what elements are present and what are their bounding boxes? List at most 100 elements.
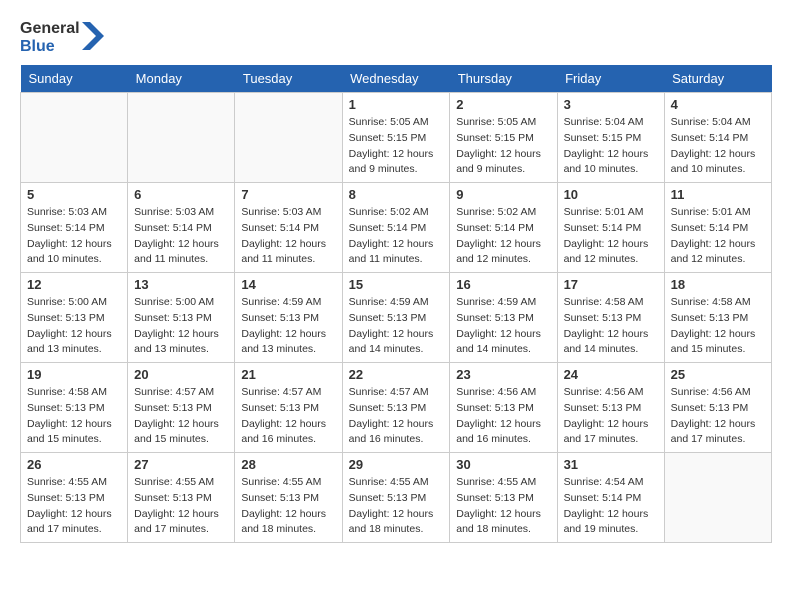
day-info: Sunrise: 5:01 AMSunset: 5:14 PMDaylight:… <box>671 205 765 268</box>
calendar-cell: 3Sunrise: 5:04 AMSunset: 5:15 PMDaylight… <box>557 93 664 183</box>
calendar-cell: 13Sunrise: 5:00 AMSunset: 5:13 PMDayligh… <box>128 273 235 363</box>
calendar-cell: 28 Sunrise: 4:55 AMSunset: 5:13 PMDayligh… <box>235 453 342 543</box>
page-header: General Blue <box>20 20 772 55</box>
day-number: 22 <box>349 367 444 382</box>
calendar-cell: 9 Sunrise: 5:02 AMSunset: 5:14 PMDaylight… <box>450 183 557 273</box>
weekday-header-wednesday: Wednesday <box>342 65 450 93</box>
calendar-week-row: 19 Sunrise: 4:58 AMSunset: 5:13 PMDayligh… <box>21 363 772 453</box>
day-info: Sunrise: 5:03 AMSunset: 5:14 PMDaylight:… <box>134 205 228 268</box>
day-info: Sunrise: 4:55 AMSunset: 5:13 PMDaylight:… <box>456 475 550 538</box>
day-number: 13 <box>134 277 228 292</box>
day-info: Sunrise: 5:05 AMSunset: 5:15 PMDaylight:… <box>456 115 550 178</box>
day-info: Sunrise: 5:01 AMSunset: 5:14 PMDaylight:… <box>564 205 658 268</box>
day-number: 30 <box>456 457 550 472</box>
calendar-week-row: 26 Sunrise: 4:55 AMSunset: 5:13 PMDayligh… <box>21 453 772 543</box>
logo-text: General Blue <box>20 20 80 55</box>
day-number: 12 <box>27 277 121 292</box>
calendar-cell: 8 Sunrise: 5:02 AMSunset: 5:14 PMDaylight… <box>342 183 450 273</box>
day-info: Sunrise: 4:58 AMSunset: 5:13 PMDaylight:… <box>27 385 121 448</box>
calendar-cell: 1 Sunrise: 5:05 AMSunset: 5:15 PMDaylight… <box>342 93 450 183</box>
weekday-header-row: SundayMondayTuesdayWednesdayThursdayFrid… <box>21 65 772 93</box>
day-number: 1 <box>349 97 444 112</box>
day-info: Sunrise: 5:04 AMSunset: 5:15 PMDaylight:… <box>564 115 658 178</box>
day-number: 27 <box>134 457 228 472</box>
day-info: Sunrise: 4:58 AMSunset: 5:13 PMDaylight:… <box>671 295 765 358</box>
calendar-cell: 16 Sunrise: 4:59 AMSunset: 5:13 PMDayligh… <box>450 273 557 363</box>
calendar-cell: 5Sunrise: 5:03 AMSunset: 5:14 PMDaylight… <box>21 183 128 273</box>
weekday-header-friday: Friday <box>557 65 664 93</box>
calendar-cell: 26 Sunrise: 4:55 AMSunset: 5:13 PMDayligh… <box>21 453 128 543</box>
day-info: Sunrise: 5:03 AMSunset: 5:14 PMDaylight:… <box>241 205 335 268</box>
calendar-cell: 31Sunrise: 4:54 AMSunset: 5:14 PMDayligh… <box>557 453 664 543</box>
calendar-cell: 23Sunrise: 4:56 AMSunset: 5:13 PMDayligh… <box>450 363 557 453</box>
weekday-header-thursday: Thursday <box>450 65 557 93</box>
calendar-week-row: 5Sunrise: 5:03 AMSunset: 5:14 PMDaylight… <box>21 183 772 273</box>
calendar-cell: 15 Sunrise: 4:59 AMSunset: 5:13 PMDayligh… <box>342 273 450 363</box>
logo: General Blue <box>20 20 104 55</box>
calendar-cell <box>664 453 771 543</box>
day-info: Sunrise: 4:55 AMSunset: 5:13 PMDaylight:… <box>27 475 121 538</box>
calendar-cell: 14 Sunrise: 4:59 AMSunset: 5:13 PMDayligh… <box>235 273 342 363</box>
calendar-cell: 6 Sunrise: 5:03 AMSunset: 5:14 PMDaylight… <box>128 183 235 273</box>
day-number: 31 <box>564 457 658 472</box>
day-info: Sunrise: 5:04 AMSunset: 5:14 PMDaylight:… <box>671 115 765 178</box>
day-info: Sunrise: 4:56 AMSunset: 5:13 PMDaylight:… <box>671 385 765 448</box>
day-number: 19 <box>27 367 121 382</box>
calendar-cell: 22Sunrise: 4:57 AMSunset: 5:13 PMDayligh… <box>342 363 450 453</box>
day-number: 21 <box>241 367 335 382</box>
weekday-header-tuesday: Tuesday <box>235 65 342 93</box>
calendar-cell: 21 Sunrise: 4:57 AMSunset: 5:13 PMDayligh… <box>235 363 342 453</box>
day-number: 20 <box>134 367 228 382</box>
calendar-cell: 17 Sunrise: 4:58 AMSunset: 5:13 PMDayligh… <box>557 273 664 363</box>
day-info: Sunrise: 5:00 AMSunset: 5:13 PMDaylight:… <box>27 295 121 358</box>
calendar-cell <box>128 93 235 183</box>
day-number: 14 <box>241 277 335 292</box>
day-number: 25 <box>671 367 765 382</box>
day-info: Sunrise: 4:57 AMSunset: 5:13 PMDaylight:… <box>241 385 335 448</box>
calendar-cell: 12 Sunrise: 5:00 AMSunset: 5:13 PMDayligh… <box>21 273 128 363</box>
logo-general: General <box>20 20 80 38</box>
calendar-cell: 27 Sunrise: 4:55 AMSunset: 5:13 PMDayligh… <box>128 453 235 543</box>
day-number: 2 <box>456 97 550 112</box>
day-info: Sunrise: 5:02 AMSunset: 5:14 PMDaylight:… <box>349 205 444 268</box>
calendar-cell: 24 Sunrise: 4:56 AMSunset: 5:13 PMDayligh… <box>557 363 664 453</box>
day-number: 6 <box>134 187 228 202</box>
day-info: Sunrise: 4:55 AMSunset: 5:13 PMDaylight:… <box>134 475 228 538</box>
day-info: Sunrise: 4:57 AMSunset: 5:13 PMDaylight:… <box>134 385 228 448</box>
day-number: 28 <box>241 457 335 472</box>
calendar-table: SundayMondayTuesdayWednesdayThursdayFrid… <box>20 65 772 543</box>
day-info: Sunrise: 4:56 AMSunset: 5:13 PMDaylight:… <box>564 385 658 448</box>
day-number: 24 <box>564 367 658 382</box>
day-number: 9 <box>456 187 550 202</box>
day-info: Sunrise: 4:59 AMSunset: 5:13 PMDaylight:… <box>241 295 335 358</box>
calendar-cell: 10Sunrise: 5:01 AMSunset: 5:14 PMDayligh… <box>557 183 664 273</box>
weekday-header-monday: Monday <box>128 65 235 93</box>
day-info: Sunrise: 5:02 AMSunset: 5:14 PMDaylight:… <box>456 205 550 268</box>
calendar-cell: 11 Sunrise: 5:01 AMSunset: 5:14 PMDayligh… <box>664 183 771 273</box>
day-info: Sunrise: 4:59 AMSunset: 5:13 PMDaylight:… <box>349 295 444 358</box>
calendar-cell: 19 Sunrise: 4:58 AMSunset: 5:13 PMDayligh… <box>21 363 128 453</box>
day-number: 26 <box>27 457 121 472</box>
day-info: Sunrise: 5:03 AMSunset: 5:14 PMDaylight:… <box>27 205 121 268</box>
calendar-cell: 20 Sunrise: 4:57 AMSunset: 5:13 PMDayligh… <box>128 363 235 453</box>
day-info: Sunrise: 4:55 AMSunset: 5:13 PMDaylight:… <box>349 475 444 538</box>
logo-blue: Blue <box>20 38 80 56</box>
calendar-week-row: 12 Sunrise: 5:00 AMSunset: 5:13 PMDayligh… <box>21 273 772 363</box>
day-number: 11 <box>671 187 765 202</box>
day-info: Sunrise: 5:05 AMSunset: 5:15 PMDaylight:… <box>349 115 444 178</box>
day-number: 15 <box>349 277 444 292</box>
calendar-cell: 18Sunrise: 4:58 AMSunset: 5:13 PMDayligh… <box>664 273 771 363</box>
day-info: Sunrise: 4:58 AMSunset: 5:13 PMDaylight:… <box>564 295 658 358</box>
day-number: 17 <box>564 277 658 292</box>
day-info: Sunrise: 4:59 AMSunset: 5:13 PMDaylight:… <box>456 295 550 358</box>
calendar-cell <box>21 93 128 183</box>
calendar-cell: 2 Sunrise: 5:05 AMSunset: 5:15 PMDaylight… <box>450 93 557 183</box>
calendar-week-row: 1 Sunrise: 5:05 AMSunset: 5:15 PMDaylight… <box>21 93 772 183</box>
day-number: 16 <box>456 277 550 292</box>
calendar-cell: 29 Sunrise: 4:55 AMSunset: 5:13 PMDayligh… <box>342 453 450 543</box>
day-info: Sunrise: 4:55 AMSunset: 5:13 PMDaylight:… <box>241 475 335 538</box>
weekday-header-saturday: Saturday <box>664 65 771 93</box>
day-number: 29 <box>349 457 444 472</box>
day-number: 8 <box>349 187 444 202</box>
day-number: 4 <box>671 97 765 112</box>
